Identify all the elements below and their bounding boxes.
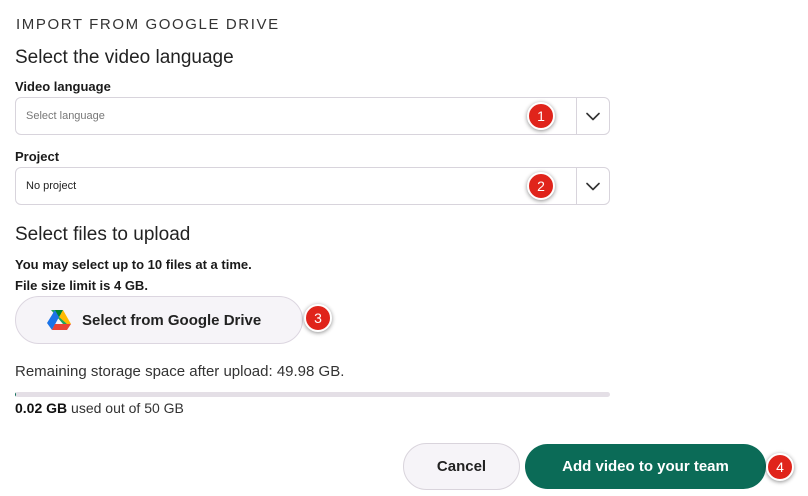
video-language-select[interactable]: Select language: [15, 97, 610, 135]
video-language-dropdown-toggle[interactable]: [576, 98, 609, 134]
annotation-badge-1: 1: [527, 102, 555, 130]
project-dropdown-toggle[interactable]: [576, 168, 609, 204]
annotation-badge-3: 3: [304, 304, 332, 332]
cancel-button[interactable]: Cancel: [403, 443, 520, 490]
add-video-to-team-button[interactable]: Add video to your team: [525, 444, 766, 489]
storage-used-suffix: used out of 50 GB: [67, 400, 184, 416]
annotation-badge-4: 4: [766, 453, 794, 481]
storage-used-text: 0.02 GB used out of 50 GB: [15, 400, 184, 416]
google-drive-icon: [47, 310, 71, 330]
project-select[interactable]: No project: [15, 167, 610, 205]
storage-usage-bar: [15, 392, 610, 397]
file-size-limit-text: File size limit is 4 GB.: [15, 278, 148, 293]
page-title: IMPORT FROM GOOGLE DRIVE: [16, 16, 280, 33]
file-count-limit-text: You may select up to 10 files at a time.: [15, 257, 252, 272]
files-section-title: Select files to upload: [15, 224, 191, 245]
select-from-google-drive-label: Select from Google Drive: [82, 311, 262, 329]
storage-used-value: 0.02 GB: [15, 400, 68, 416]
annotation-badge-2: 2: [527, 172, 555, 200]
language-section-title: Select the video language: [15, 47, 234, 68]
video-language-placeholder: Select language: [26, 110, 105, 122]
project-value: No project: [26, 180, 77, 192]
chevron-down-icon: [586, 182, 600, 190]
chevron-down-icon: [586, 112, 600, 120]
select-from-google-drive-button[interactable]: Select from Google Drive: [15, 296, 303, 344]
project-label: Project: [15, 149, 60, 164]
video-language-label: Video language: [15, 79, 111, 94]
remaining-storage-text: Remaining storage space after upload: 49…: [15, 363, 345, 380]
